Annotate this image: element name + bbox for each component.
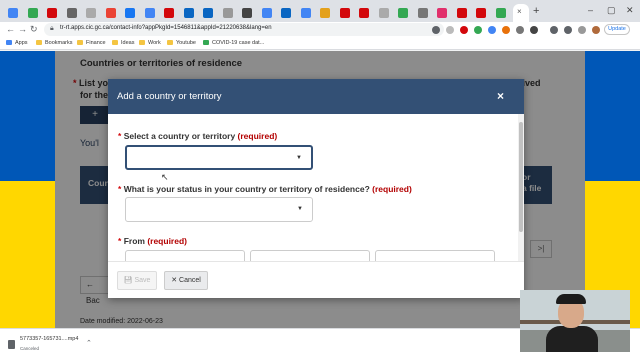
folder-icon [139,40,145,45]
bookmark-folder[interactable]: Bookmarks [36,40,73,46]
from-year-input[interactable] [125,250,245,261]
extension-blue-icon[interactable] [488,26,496,34]
browser-tab[interactable] [281,8,291,18]
browser-toolbar: ← → ↻ 🔒︎ tr-rt.apps.cic.gc.ca/contact-in… [0,22,640,38]
webcam-person-cap [556,294,586,304]
download-filename: 5773357-165731....mp4 [20,336,79,342]
extensions-puzzle-icon[interactable] [550,26,558,34]
cancel-button[interactable]: ✕ Cancel [164,271,208,290]
browser-tab[interactable] [183,8,194,18]
browser-tab[interactable] [144,8,155,18]
from-date-label: * From (required) [118,236,187,246]
sheets-icon [203,40,209,45]
browser-tab[interactable] [222,8,233,18]
browser-tab[interactable] [417,8,428,18]
extension-gray-icon[interactable] [516,26,524,34]
browser-tab[interactable] [398,8,408,18]
webcam-overlay [520,290,630,352]
minimize-button[interactable]: – [588,5,593,15]
tab-strip: × + – ▢ ✕ [0,0,640,22]
dialog-scrollbar[interactable] [518,114,524,261]
browser-tab[interactable] [105,8,116,18]
back-arrow-icon[interactable]: ← [6,24,15,34]
browser-tab[interactable] [378,8,389,18]
status-select[interactable]: ▼ [125,197,313,222]
browser-tab[interactable] [27,8,38,18]
dialog-footer: 💾︎ Save ✕ Cancel [108,261,524,298]
bookmark-folder[interactable]: Youtube [167,40,196,46]
webcam-person-body [546,326,598,352]
folder-icon [36,40,42,45]
dropdown-arrow-icon: ▼ [297,206,303,212]
reload-icon[interactable]: ↻ [30,24,38,35]
address-bar[interactable]: 🔒︎ tr-rt.apps.cic.gc.ca/contact-info?app… [44,23,444,36]
browser-tab[interactable] [476,8,486,18]
close-tab-icon[interactable]: × [517,7,522,16]
bookmark-folder[interactable]: Work [139,40,161,46]
browser-tab[interactable] [66,8,77,18]
save-button[interactable]: 💾︎ Save [117,271,157,290]
scrollbar-thumb[interactable] [519,122,523,232]
browser-tab[interactable] [339,8,350,18]
browser-tab[interactable] [456,8,467,18]
close-icon[interactable]: × [497,89,504,103]
dropdown-arrow-icon: ▼ [296,155,302,161]
bookmark-apps[interactable]: Apps [6,40,28,46]
star-icon[interactable] [446,26,454,34]
browser-tab[interactable] [437,8,447,18]
side-panel-icon[interactable] [578,26,586,34]
bookmark-folder[interactable]: Finance [77,40,106,46]
browser-tab[interactable] [495,8,506,18]
browser-tab[interactable] [47,8,57,18]
browser-tab[interactable] [261,8,272,18]
extension-red-icon[interactable] [460,26,468,34]
dialog-header: Add a country or territory × [108,79,524,114]
dialog-body: * Select a country or territory (require… [108,114,524,261]
lock-icon: 🔒︎ [50,25,54,32]
download-status: Canceled [20,346,40,351]
profile-avatar-icon[interactable] [592,26,600,34]
bookmarks-bar: Apps Bookmarks Finance Ideas Work Youtub… [0,38,640,50]
mouse-cursor-icon: ↖ [161,172,169,182]
maximize-button[interactable]: ▢ [607,5,616,16]
from-month-input[interactable] [250,250,370,261]
extension-dark-icon[interactable] [530,26,538,34]
new-tab-button[interactable]: + [533,5,539,17]
browser-tab[interactable] [300,8,311,18]
extension-green-icon[interactable] [474,26,482,34]
bookmark-folder[interactable]: Ideas [112,40,134,46]
download-item[interactable]: 5773357-165731....mp4 Canceled ⌃ [6,333,96,357]
extension-orange-icon[interactable] [502,26,510,34]
share-icon[interactable] [432,26,440,34]
browser-tab[interactable] [359,8,369,18]
update-button[interactable]: Update [604,24,630,35]
add-country-dialog: Add a country or territory × * Select a … [108,79,524,298]
country-select[interactable]: ▼ [125,145,313,170]
bookmark-link[interactable]: COVID-19 case dat... [203,40,264,46]
country-field-label: * Select a country or territory (require… [118,131,278,141]
folder-icon [77,40,83,45]
browser-tab[interactable] [203,8,213,18]
apps-grid-icon [6,40,12,45]
file-icon [8,340,15,349]
chevron-up-icon[interactable]: ⌃ [86,339,92,347]
folder-icon [167,40,173,45]
browser-tab[interactable] [164,8,174,18]
active-tab[interactable]: × [513,4,529,22]
browser-tab[interactable] [8,8,18,18]
close-icon: ✕ [171,277,178,284]
folder-icon [112,40,118,45]
url-text: tr-rt.apps.cic.gc.ca/contact-info?appPkg… [60,25,272,31]
browser-tab[interactable] [242,8,252,18]
status-field-label: * What is your status in your country or… [118,184,412,194]
close-window-button[interactable]: ✕ [626,5,634,16]
browser-tab[interactable] [125,8,135,18]
forward-arrow-icon[interactable]: → [18,24,27,34]
browser-tab[interactable] [86,8,96,18]
media-control-icon[interactable] [564,26,572,34]
browser-tab[interactable] [320,8,330,18]
from-day-input[interactable] [375,250,495,261]
dialog-title: Add a country or territory [117,91,222,102]
